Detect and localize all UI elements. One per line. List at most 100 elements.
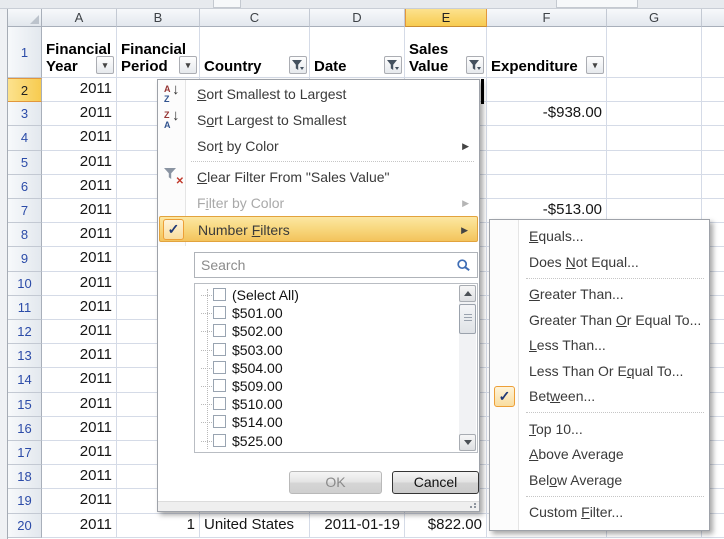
header-cell-E[interactable]: SalesValue — [405, 27, 487, 78]
search-input[interactable] — [195, 253, 455, 277]
value-checkbox[interactable] — [213, 343, 226, 356]
row-header-2[interactable]: 2 — [8, 78, 42, 102]
row-header-18[interactable]: 18 — [8, 465, 42, 489]
cell-A14[interactable]: 2011 — [42, 368, 117, 392]
scroll-up-button[interactable] — [459, 285, 476, 302]
cell-E20[interactable]: $822.00 — [405, 514, 487, 538]
filter-funnel-button[interactable] — [466, 56, 484, 74]
header-cell-A[interactable]: FinancialYear▾ — [42, 27, 117, 78]
menu-resize-bar[interactable] — [158, 501, 479, 511]
submenu-item-greater-than[interactable]: Greater Than... — [491, 282, 708, 308]
column-header-F[interactable]: F — [487, 9, 607, 27]
cell-A2[interactable]: 2011 — [42, 78, 117, 102]
row-header-9[interactable]: 9 — [8, 247, 42, 271]
resize-grip-icon[interactable] — [464, 501, 476, 509]
row-header-15[interactable]: 15 — [8, 393, 42, 417]
cell-A3[interactable]: 2011 — [42, 102, 117, 126]
filter-dropdown-button[interactable]: ▾ — [586, 56, 604, 74]
cell-A20[interactable]: 2011 — [42, 514, 117, 538]
row-header-8[interactable]: 8 — [8, 223, 42, 247]
row-header-19[interactable]: 19 — [8, 489, 42, 513]
header-cell-partial[interactable] — [702, 27, 724, 78]
filter-values-list[interactable]: (Select All)$501.00$502.00$503.00$504.00… — [194, 283, 478, 453]
checkmark-icon[interactable]: ✓ — [494, 386, 515, 407]
row-header-17[interactable]: 17 — [8, 441, 42, 465]
cell-A9[interactable]: 2011 — [42, 247, 117, 271]
cell-G3[interactable] — [607, 102, 702, 126]
cell-G4[interactable] — [607, 126, 702, 150]
value-checkbox[interactable] — [213, 288, 226, 301]
row-header-1[interactable]: 1 — [8, 27, 42, 78]
cell-B20[interactable]: 1 — [117, 514, 200, 538]
row-header-4[interactable]: 4 — [8, 126, 42, 150]
filter-value-item-503-00[interactable]: $503.00 — [195, 341, 459, 359]
value-checkbox[interactable] — [213, 306, 226, 319]
cell-A15[interactable]: 2011 — [42, 393, 117, 417]
cell-A7[interactable]: 2011 — [42, 199, 117, 223]
filter-funnel-button[interactable] — [289, 56, 307, 74]
cell-H4[interactable] — [702, 126, 724, 150]
menu-item-clear-filter-from-sales-value[interactable]: ✕Clear Filter From "Sales Value" — [159, 164, 478, 190]
value-checkbox[interactable] — [213, 452, 226, 453]
column-header-E[interactable]: E — [405, 9, 487, 27]
row-header-14[interactable]: 14 — [8, 368, 42, 392]
menu-item-sort-smallest-to-largest[interactable]: AZ↓Sort Smallest to Largest — [159, 81, 478, 107]
header-cell-C[interactable]: Country — [200, 27, 310, 78]
select-all-corner[interactable] — [8, 9, 42, 27]
cell-A16[interactable]: 2011 — [42, 417, 117, 441]
submenu-item-equals[interactable]: Equals... — [491, 224, 708, 250]
cell-A12[interactable]: 2011 — [42, 320, 117, 344]
cancel-button[interactable]: Cancel — [392, 471, 479, 494]
submenu-item-below-average[interactable]: Below Average — [491, 468, 708, 494]
filter-funnel-button[interactable] — [384, 56, 402, 74]
submenu-item-between[interactable]: ✓Between... — [491, 384, 708, 410]
submenu-item-greater-than-or-equal-to[interactable]: Greater Than Or Equal To... — [491, 308, 708, 334]
row-header-11[interactable]: 11 — [8, 296, 42, 320]
column-header-G[interactable]: G — [607, 9, 702, 27]
submenu-item-less-than-or-equal-to[interactable]: Less Than Or Equal To... — [491, 359, 708, 385]
row-header-6[interactable]: 6 — [8, 175, 42, 199]
cell-F2[interactable] — [487, 78, 607, 102]
submenu-item-less-than[interactable]: Less Than... — [491, 333, 708, 359]
cell-A4[interactable]: 2011 — [42, 126, 117, 150]
filter-search-box[interactable] — [194, 252, 478, 278]
cell-F3[interactable]: -$938.00 — [487, 102, 607, 126]
value-checkbox[interactable] — [213, 379, 226, 392]
filter-dropdown-button[interactable]: ▾ — [96, 56, 114, 74]
row-header-5[interactable]: 5 — [8, 151, 42, 175]
row-header-16[interactable]: 16 — [8, 417, 42, 441]
cell-D20[interactable]: 2011-01-19 — [310, 514, 405, 538]
row-header-12[interactable]: 12 — [8, 320, 42, 344]
filter-dropdown-button[interactable]: ▾ — [179, 56, 197, 74]
header-cell-G[interactable] — [607, 27, 702, 78]
header-cell-D[interactable]: Date — [310, 27, 405, 78]
header-cell-B[interactable]: FinancialPeriod▾ — [117, 27, 200, 78]
column-header-D[interactable]: D — [310, 9, 405, 27]
cell-G2[interactable] — [607, 78, 702, 102]
cell-A17[interactable]: 2011 — [42, 441, 117, 465]
cell-G5[interactable] — [607, 151, 702, 175]
filter-value-item-525-00[interactable]: $525.00 — [195, 432, 459, 450]
cell-G6[interactable] — [607, 175, 702, 199]
row-header-3[interactable]: 3 — [8, 102, 42, 126]
filter-value-item-510-00[interactable]: $510.00 — [195, 395, 459, 413]
row-header-20[interactable]: 20 — [8, 514, 42, 538]
search-icon[interactable] — [456, 258, 472, 274]
value-checkbox[interactable] — [213, 397, 226, 410]
header-cell-F[interactable]: Expenditure▾ — [487, 27, 607, 78]
cell-F6[interactable] — [487, 175, 607, 199]
filter-value-item-509-00[interactable]: $509.00 — [195, 377, 459, 395]
filter-value-item-502-00[interactable]: $502.00 — [195, 322, 459, 340]
row-header-10[interactable]: 10 — [8, 272, 42, 296]
column-header-A[interactable]: A — [42, 9, 117, 27]
value-checkbox[interactable] — [213, 361, 226, 374]
column-header-partial[interactable] — [702, 9, 724, 27]
cell-C20[interactable]: United States — [200, 514, 310, 538]
filter-value-item-partial[interactable] — [195, 450, 459, 453]
menu-item-sort-largest-to-smallest[interactable]: ZA↓Sort Largest to Smallest — [159, 107, 478, 133]
filter-value-item-504-00[interactable]: $504.00 — [195, 359, 459, 377]
submenu-item-top-10[interactable]: Top 10... — [491, 417, 708, 443]
cell-A13[interactable]: 2011 — [42, 344, 117, 368]
cell-H2[interactable] — [702, 78, 724, 102]
cell-A5[interactable]: 2011 — [42, 151, 117, 175]
